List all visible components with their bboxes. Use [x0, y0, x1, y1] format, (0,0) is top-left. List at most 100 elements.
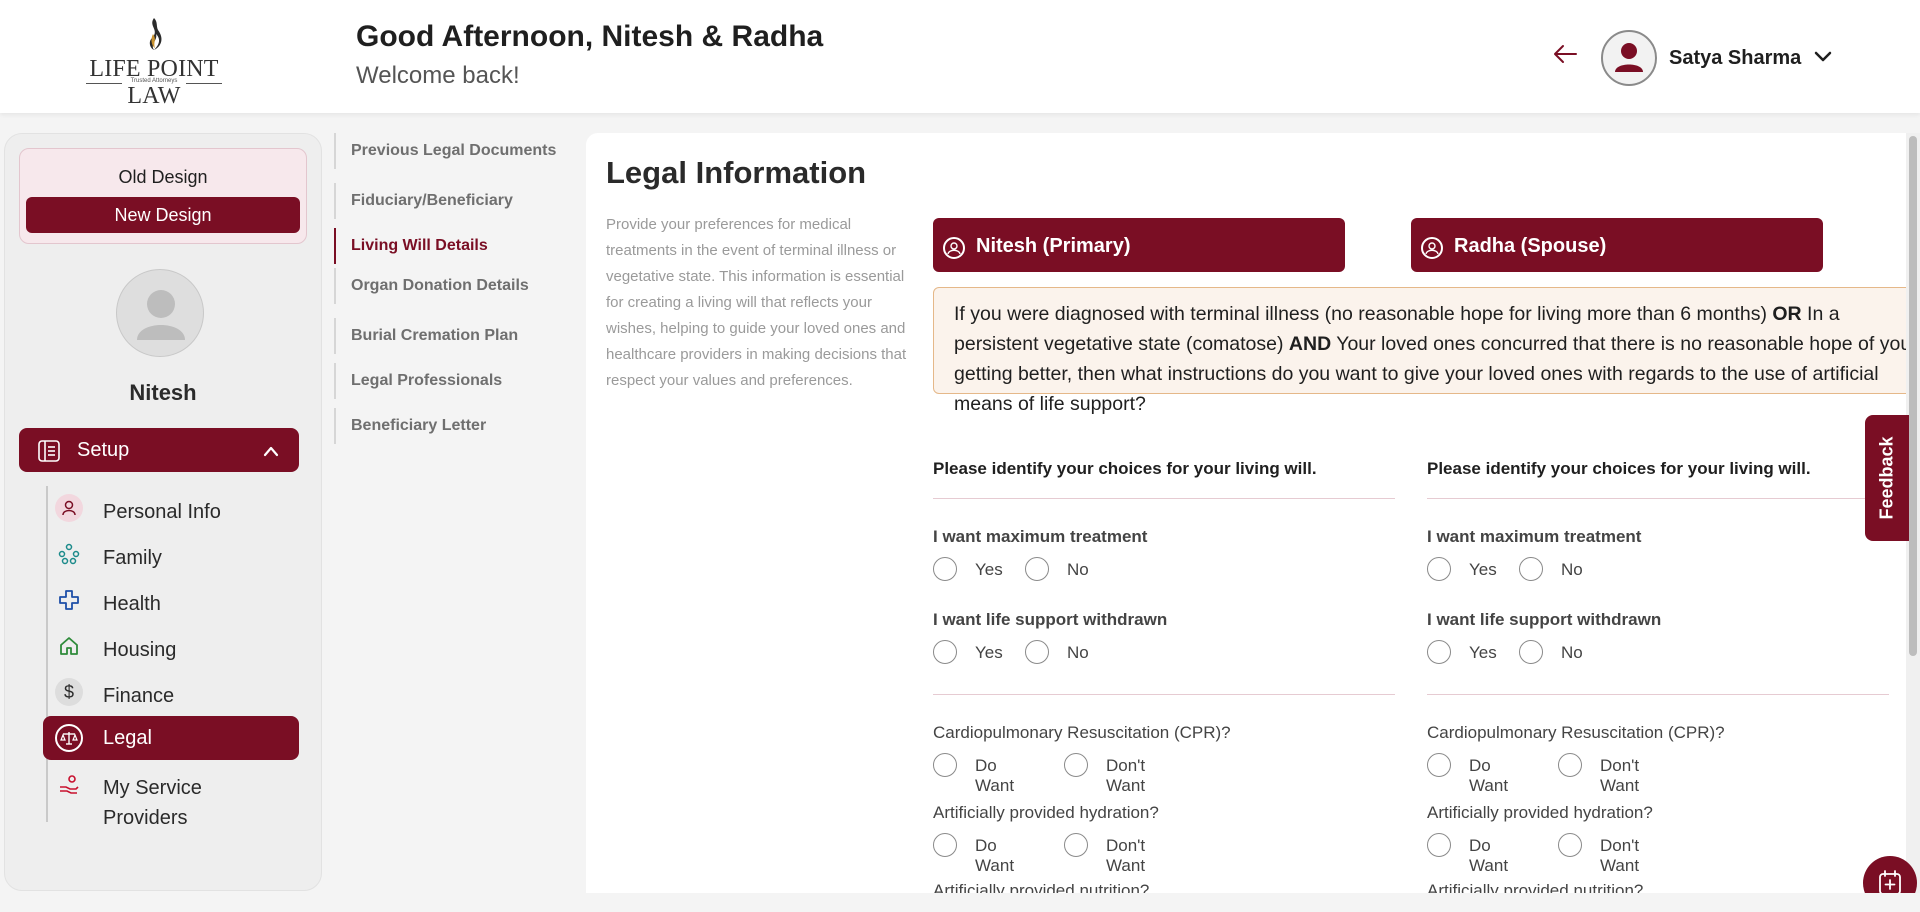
scales-icon [55, 724, 83, 752]
design-toggle: Old Design New Design [19, 148, 307, 244]
yes-label: Yes [1469, 560, 1497, 579]
top-header: LIFE POINT LAW Trusted Attorneys Good Af… [0, 0, 1920, 113]
subnav-fiduciary-beneficiary[interactable]: Fiduciary/Beneficiary [334, 183, 574, 219]
choices-heading: Please identify your choices for your li… [1427, 459, 1811, 478]
hydration-do-want-radio[interactable] [933, 833, 957, 857]
scrollbar-thumb[interactable] [1909, 136, 1917, 656]
max-treatment-question: I want maximum treatment [1427, 527, 1642, 546]
divider [933, 498, 1395, 499]
dont-want-label: Don't Want [1600, 756, 1640, 795]
max-treatment-no-radio[interactable] [1519, 557, 1543, 581]
withdrawn-no-radio[interactable] [1025, 640, 1049, 664]
choices-heading: Please identify your choices for your li… [933, 459, 1317, 478]
hydration-dont-want-radio[interactable] [1064, 833, 1088, 857]
brand-logo[interactable]: LIFE POINT LAW Trusted Attorneys [66, 14, 242, 109]
sidebar-item-label: Finance [103, 685, 175, 707]
cpr-do-want-radio[interactable] [933, 753, 957, 777]
user-name[interactable]: Satya Sharma [1669, 47, 1801, 70]
profile-name: Nitesh [129, 380, 197, 405]
hydration-question: Artificially provided hydration? [1427, 803, 1653, 822]
withdrawn-yes-radio[interactable] [933, 640, 957, 664]
user-avatar[interactable] [1601, 30, 1657, 86]
cpr-question: Cardiopulmonary Resuscitation (CPR)? [933, 723, 1231, 742]
greeting-title: Good Afternoon, Nitesh & Radha [356, 20, 824, 53]
welcome-subtitle: Welcome back! [356, 62, 520, 89]
chevron-down-icon[interactable] [1814, 50, 1832, 64]
life-support-withdrawn-question: I want life support withdrawn [1427, 610, 1662, 629]
nutrition-question: Artificially provided nutrition? [1427, 881, 1644, 893]
sidebar-item-finance[interactable]: $ Finance [43, 670, 299, 714]
old-design-button[interactable]: Old Design [20, 167, 306, 188]
yes-label: Yes [975, 560, 1003, 579]
nutrition-question: Artificially provided nutrition? [933, 881, 1150, 893]
divider [933, 694, 1395, 695]
person-icon [55, 494, 83, 522]
new-design-button[interactable]: New Design [26, 197, 300, 233]
sidebar-item-label: Housing [103, 639, 177, 661]
hydration-dont-want-radio[interactable] [1558, 833, 1582, 857]
sidebar-item-label: My Service Providers [103, 777, 202, 829]
sidebar-item-legal[interactable]: Legal [43, 716, 299, 760]
sidebar-item-label: Personal Info [103, 501, 221, 523]
subnav-beneficiary-letter[interactable]: Beneficiary Letter [334, 408, 574, 444]
no-label: No [1067, 643, 1089, 662]
withdrawn-no-radio[interactable] [1519, 640, 1543, 664]
feedback-label: Feedback [1876, 436, 1897, 520]
family-icon [55, 540, 83, 568]
cpr-do-want-radio[interactable] [1427, 753, 1451, 777]
yes-label: Yes [975, 643, 1003, 662]
dont-want-label: Don't Want [1106, 756, 1146, 795]
do-want-label: Do Want [1469, 836, 1509, 875]
feedback-button[interactable]: Feedback [1865, 415, 1909, 541]
subnav-previous-legal-documents[interactable]: Previous Legal Documents [334, 133, 574, 169]
service-provider-icon [55, 770, 83, 798]
sidebar-item-housing[interactable]: Housing [43, 624, 299, 668]
no-label: No [1561, 643, 1583, 662]
no-label: No [1561, 560, 1583, 579]
chevron-up-icon [263, 446, 279, 457]
do-want-label: Do Want [975, 836, 1015, 875]
max-treatment-no-radio[interactable] [1025, 557, 1049, 581]
life-support-withdrawn-question: I want life support withdrawn [933, 610, 1168, 629]
main-panel: Legal Information Provide your preferenc… [586, 133, 1920, 893]
cpr-dont-want-radio[interactable] [1064, 753, 1088, 777]
sidebar-item-label: Health [103, 593, 161, 615]
sidebar-item-label: Family [103, 547, 162, 569]
subnav-legal-professionals[interactable]: Legal Professionals [334, 363, 574, 399]
profile-avatar [116, 269, 204, 357]
withdrawn-yes-radio[interactable] [1427, 640, 1451, 664]
subnav-living-will-details[interactable]: Living Will Details [334, 228, 574, 264]
do-want-label: Do Want [975, 756, 1015, 795]
hydration-do-want-radio[interactable] [1427, 833, 1451, 857]
max-treatment-question: I want maximum treatment [933, 527, 1148, 546]
sidebar-item-label: Legal [103, 727, 152, 749]
dollar-icon: $ [55, 678, 83, 706]
left-sidebar: Old Design New Design Nitesh Setup Perso… [4, 133, 322, 891]
divider [1427, 694, 1889, 695]
radha-choices-column: Please identify your choices for your li… [1427, 133, 1889, 893]
divider [1427, 498, 1889, 499]
page-description: Provide your preferences for medical tre… [606, 216, 907, 389]
page-title: Legal Information [606, 155, 867, 190]
back-arrow-icon[interactable] [1552, 44, 1578, 64]
logo-rule-right [186, 83, 222, 84]
cpr-dont-want-radio[interactable] [1558, 753, 1582, 777]
sidebar-item-personal-info[interactable]: Personal Info [43, 486, 299, 530]
hydration-question: Artificially provided hydration? [933, 803, 1159, 822]
cpr-question: Cardiopulmonary Resuscitation (CPR)? [1427, 723, 1725, 742]
max-treatment-yes-radio[interactable] [1427, 557, 1451, 581]
max-treatment-yes-radio[interactable] [933, 557, 957, 581]
user-avatar-icon [1615, 43, 1643, 72]
flame-logo-icon [149, 18, 162, 50]
sidebar-item-service-providers[interactable]: My Service Providers [43, 762, 299, 829]
sidebar-item-health[interactable]: Health [43, 578, 299, 622]
sidebar-item-family[interactable]: Family [43, 532, 299, 576]
no-label: No [1067, 560, 1089, 579]
yes-label: Yes [1469, 643, 1497, 662]
do-want-label: Do Want [1469, 756, 1509, 795]
subnav-burial-cremation-plan[interactable]: Burial Cremation Plan [334, 318, 574, 354]
profile-placeholder-icon [137, 290, 185, 340]
bottom-strip [0, 893, 1920, 912]
setup-section-toggle[interactable]: Setup [19, 428, 299, 472]
subnav-organ-donation-details[interactable]: Organ Donation Details [334, 268, 574, 304]
